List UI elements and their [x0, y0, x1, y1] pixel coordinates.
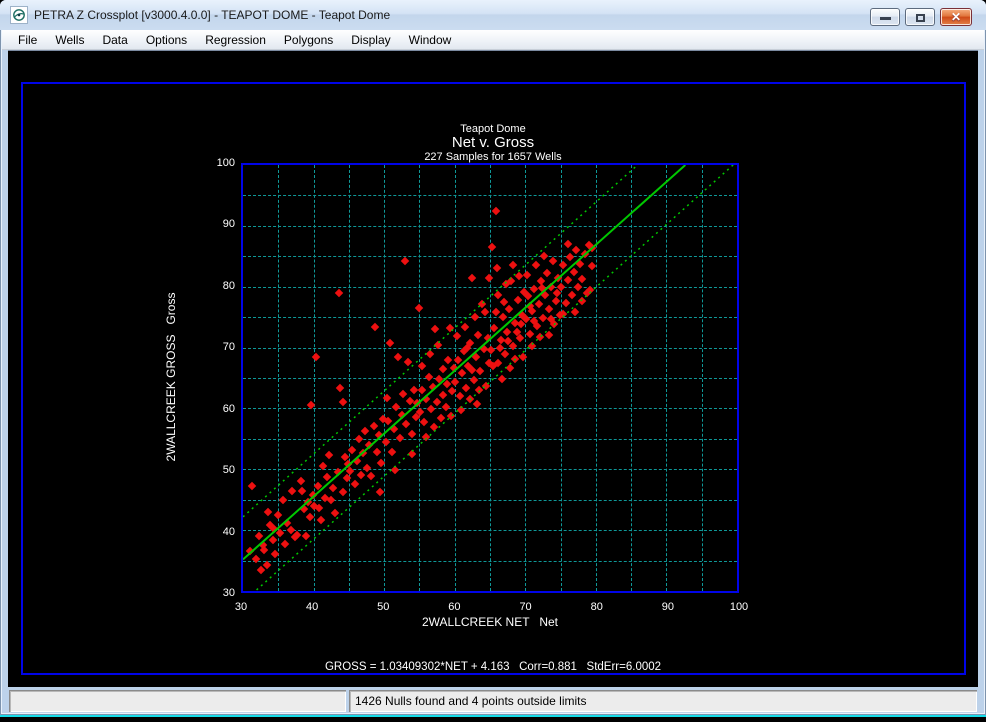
x-tick-label: 80 [591, 601, 603, 613]
y-tick-label: 80 [203, 280, 235, 292]
plot-area[interactable] [241, 163, 739, 593]
x-tick-label: 50 [377, 601, 389, 613]
status-message: 1426 Nulls found and 4 points outside li… [349, 690, 977, 712]
y-tick-label: 40 [203, 526, 235, 538]
close-icon: ✕ [941, 9, 971, 25]
regression-line [243, 165, 685, 559]
y-axis-label: 2WALLCREEK GROSS Gross [164, 177, 178, 577]
menu-item-options[interactable]: Options [137, 31, 196, 49]
maximize-icon [916, 14, 925, 22]
x-tick-label: 60 [448, 601, 460, 613]
x-axis-label: 2WALLCREEK NET Net [241, 615, 739, 629]
minimize-button[interactable] [870, 8, 900, 26]
app-icon [10, 6, 28, 24]
y-tick-label: 30 [203, 587, 235, 599]
y-tick-label: 70 [203, 341, 235, 353]
menu-item-data[interactable]: Data [93, 31, 136, 49]
x-tick-label: 90 [662, 601, 674, 613]
window-title: PETRA Z Crossplot [v3000.4.0.0] - TEAPOT… [34, 0, 390, 30]
menu-item-wells[interactable]: Wells [46, 31, 93, 49]
app-window: PETRA Z Crossplot [v3000.4.0.0] - TEAPOT… [0, 0, 986, 715]
chart-title-block: Teapot Dome Net v. Gross 227 Samples for… [8, 123, 978, 164]
status-pane-left [9, 690, 346, 712]
regression-overlay [243, 165, 737, 591]
menu-item-display[interactable]: Display [342, 31, 399, 49]
y-tick-label: 90 [203, 218, 235, 230]
y-tick-label: 50 [203, 464, 235, 476]
x-tick-label: 70 [519, 601, 531, 613]
menu-bar: FileWellsDataOptionsRegressionPolygonsDi… [2, 30, 984, 50]
y-tick-label: 100 [203, 157, 235, 169]
menu-item-regression[interactable]: Regression [196, 31, 275, 49]
y-tick-label: 60 [203, 403, 235, 415]
x-tick-label: 40 [306, 601, 318, 613]
x-tick-label: 30 [235, 601, 247, 613]
x-tick-label: 100 [730, 601, 748, 613]
confidence-band-upper [243, 165, 638, 517]
chart-title: Net v. Gross [8, 135, 978, 151]
title-bar[interactable]: PETRA Z Crossplot [v3000.4.0.0] - TEAPOT… [0, 0, 986, 30]
crossplot-canvas[interactable]: Teapot Dome Net v. Gross 227 Samples for… [8, 50, 978, 687]
menu-item-window[interactable]: Window [400, 31, 461, 49]
status-bar: 1426 Nulls found and 4 points outside li… [7, 690, 979, 712]
menu-item-polygons[interactable]: Polygons [275, 31, 342, 49]
petra-logo-icon [12, 8, 26, 22]
screen: PETRA Z Crossplot [v3000.4.0.0] - TEAPOT… [0, 0, 986, 722]
window-controls: ✕ [870, 8, 972, 26]
close-button[interactable]: ✕ [940, 8, 972, 26]
confidence-band-lower [255, 165, 733, 591]
regression-equation: GROSS = 1.03409302*NET + 4.163 Corr=0.88… [8, 661, 978, 673]
menu-item-file[interactable]: File [9, 31, 46, 49]
maximize-button[interactable] [905, 8, 935, 26]
taskbar-edge [0, 715, 986, 722]
minimize-icon [880, 17, 891, 20]
